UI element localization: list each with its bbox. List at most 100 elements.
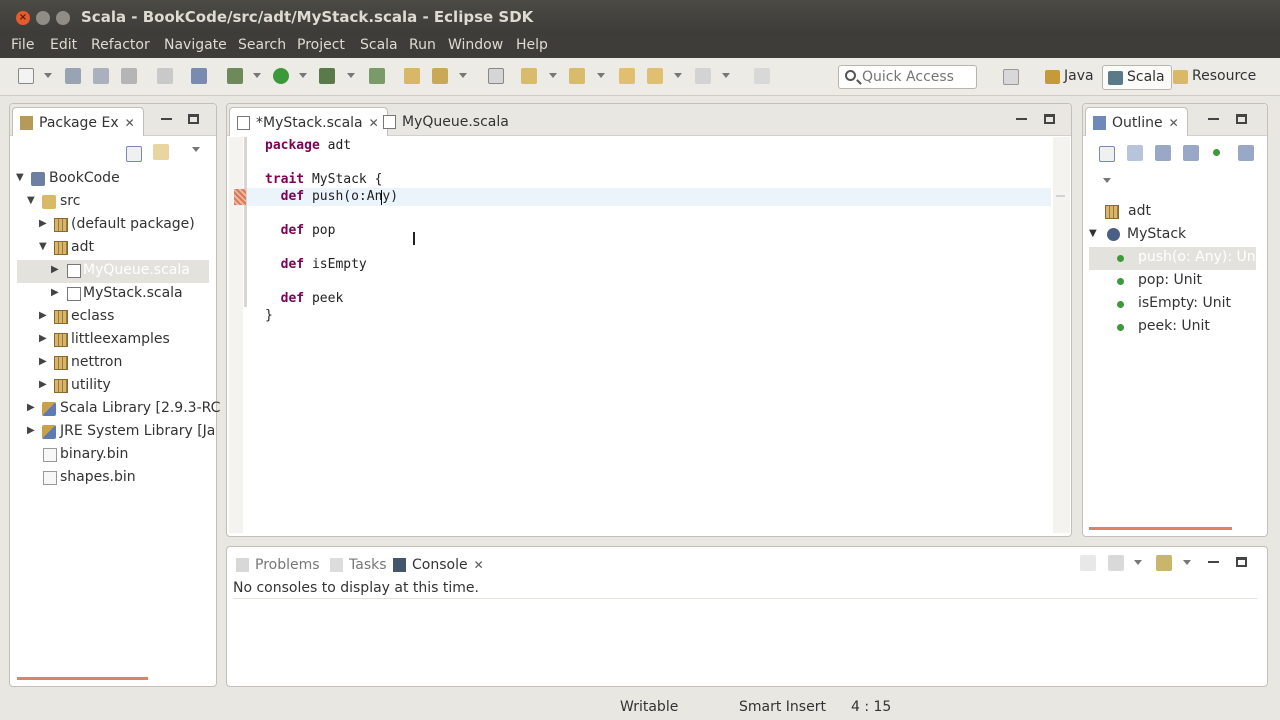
expanded-arrow-icon[interactable]: ▼ <box>1089 228 1097 239</box>
tab-tasks[interactable]: Tasks <box>323 550 395 579</box>
tree-item-shapes-bin[interactable]: shapes.bin <box>10 467 216 490</box>
maximize-icon[interactable] <box>1044 114 1055 124</box>
collapsed-arrow-icon[interactable]: ▶ <box>39 218 47 229</box>
new-dropdown-icon[interactable] <box>44 73 52 78</box>
menu-search[interactable]: Search <box>238 37 286 53</box>
external-tools-icon[interactable] <box>319 68 335 84</box>
hide-static-icon[interactable] <box>1183 145 1199 161</box>
run-icon[interactable] <box>273 68 289 84</box>
collapsed-arrow-icon[interactable]: ▶ <box>27 425 35 436</box>
link-with-editor-icon[interactable] <box>153 144 169 160</box>
tree-item-littleexamples[interactable]: ▶ littleexamples <box>10 329 216 352</box>
previous-annotation-dropdown-icon[interactable] <box>597 73 605 78</box>
view-menu-icon[interactable] <box>192 147 200 152</box>
open-console-dropdown-icon[interactable] <box>1183 560 1191 565</box>
tree-item-binary-bin[interactable]: binary.bin <box>10 444 216 467</box>
tab-myqueue[interactable]: MyQueue.scala <box>376 107 517 136</box>
pin-editor-icon[interactable] <box>754 68 770 84</box>
hide-fields-icon[interactable] <box>1155 145 1171 161</box>
open-perspective-icon[interactable] <box>1003 69 1019 85</box>
tree-item-myqueue[interactable]: ▶ MyQueue.scala <box>17 260 209 283</box>
hide-non-public-icon[interactable] <box>1213 149 1220 156</box>
menu-edit[interactable]: Edit <box>50 37 77 53</box>
menu-file[interactable]: File <box>11 37 34 53</box>
minimize-icon[interactable] <box>1208 118 1219 120</box>
next-annotation-dropdown-icon[interactable] <box>549 73 557 78</box>
menu-run[interactable]: Run <box>409 37 436 53</box>
debug-dropdown-icon[interactable] <box>253 73 261 78</box>
outline-item-isempty[interactable]: isEmpty: Unit <box>1083 293 1267 316</box>
print-icon[interactable] <box>121 68 137 84</box>
close-icon[interactable]: ✕ <box>1169 116 1179 130</box>
expanded-arrow-icon[interactable]: ▼ <box>27 195 35 206</box>
close-icon[interactable]: ✕ <box>125 116 135 130</box>
menu-window[interactable]: Window <box>448 37 503 53</box>
error-marker-icon[interactable] <box>234 189 246 205</box>
new-scala-project-icon[interactable] <box>369 68 385 84</box>
tree-item-mystack[interactable]: ▶ MyStack.scala <box>10 283 216 306</box>
collapse-all-icon[interactable] <box>126 146 142 162</box>
collapsed-arrow-icon[interactable]: ▶ <box>27 402 35 413</box>
save-icon[interactable] <box>65 68 81 84</box>
minimize-icon[interactable] <box>1016 118 1027 120</box>
maximize-icon[interactable] <box>1236 114 1247 124</box>
perspective-java-button[interactable]: Java <box>1040 65 1100 90</box>
collapse-all-icon[interactable] <box>1099 146 1115 162</box>
skip-breakpoints-icon[interactable] <box>191 68 207 84</box>
previous-annotation-icon[interactable] <box>569 68 585 84</box>
outline-item-peek[interactable]: peek: Unit <box>1083 316 1267 339</box>
save-all-icon[interactable] <box>93 68 109 84</box>
tab-outline[interactable]: Outline ✕ <box>1085 107 1188 136</box>
quick-access-field[interactable] <box>838 65 977 89</box>
outline-item-pop[interactable]: pop: Unit <box>1083 270 1267 293</box>
display-console-dropdown-icon[interactable] <box>1134 560 1142 565</box>
debug-icon[interactable] <box>227 68 243 84</box>
minimize-window-button[interactable] <box>36 11 50 25</box>
collapsed-arrow-icon[interactable]: ▶ <box>39 333 47 344</box>
menu-project[interactable]: Project <box>297 37 345 53</box>
outline-item-push[interactable]: push(o: Any): Unit <box>1089 247 1256 270</box>
code-line-11[interactable]: } <box>265 308 273 323</box>
pin-console-icon[interactable] <box>1080 555 1096 571</box>
tree-item-jre-library[interactable]: ▶ JRE System Library [Ja <box>10 421 216 444</box>
collapsed-arrow-icon[interactable]: ▶ <box>51 287 59 298</box>
back-icon[interactable] <box>647 68 663 84</box>
collapsed-arrow-icon[interactable]: ▶ <box>39 310 47 321</box>
menu-navigate[interactable]: Navigate <box>164 37 227 53</box>
outline-item-mystack[interactable]: ▼ MyStack <box>1083 224 1267 247</box>
maximize-icon[interactable] <box>1236 557 1247 567</box>
new-icon[interactable] <box>18 68 34 84</box>
next-annotation-icon[interactable] <box>521 68 537 84</box>
perspective-resource-button[interactable]: Resource <box>1168 65 1262 90</box>
tree-item-default-package[interactable]: ▶ (default package) <box>10 214 216 237</box>
tree-item-src[interactable]: ▼ src <box>10 191 216 214</box>
tree-item-utility[interactable]: ▶ utility <box>10 375 216 398</box>
minimize-icon[interactable] <box>161 118 172 120</box>
view-menu-icon[interactable] <box>1103 178 1111 183</box>
code-line-6[interactable]: def pop <box>265 223 336 238</box>
collapsed-arrow-icon[interactable]: ▶ <box>39 356 47 367</box>
outline-item-adt[interactable]: adt <box>1083 201 1267 224</box>
menu-help[interactable]: Help <box>516 37 548 53</box>
close-icon[interactable]: ✕ <box>474 558 484 572</box>
undo-icon[interactable] <box>157 68 173 84</box>
quick-access-input[interactable] <box>862 68 974 86</box>
tab-mystack[interactable]: *MyStack.scala ✕ <box>229 107 388 136</box>
forward-dropdown-icon[interactable] <box>722 73 730 78</box>
close-window-button[interactable]: × <box>16 11 30 25</box>
perspective-scala-button[interactable]: Scala <box>1102 65 1172 90</box>
last-edit-icon[interactable] <box>619 68 635 84</box>
tab-console[interactable]: Console ✕ <box>386 550 492 579</box>
tree-item-adt[interactable]: ▼ adt <box>10 237 216 260</box>
display-console-icon[interactable] <box>1108 555 1124 571</box>
open-console-icon[interactable] <box>1156 555 1172 571</box>
code-line-4[interactable]: def push(o:Any) <box>265 189 398 204</box>
code-line-10[interactable]: def peek <box>265 291 344 306</box>
search-toolbar-icon[interactable] <box>432 68 448 84</box>
code-line-1[interactable]: package adt <box>265 138 351 153</box>
tab-package-explorer[interactable]: Package Ex ✕ <box>12 107 144 136</box>
menu-scala[interactable]: Scala <box>360 37 398 53</box>
collapsed-arrow-icon[interactable]: ▶ <box>39 379 47 390</box>
external-tools-dropdown-icon[interactable] <box>347 73 355 78</box>
collapsed-arrow-icon[interactable]: ▶ <box>51 264 59 275</box>
